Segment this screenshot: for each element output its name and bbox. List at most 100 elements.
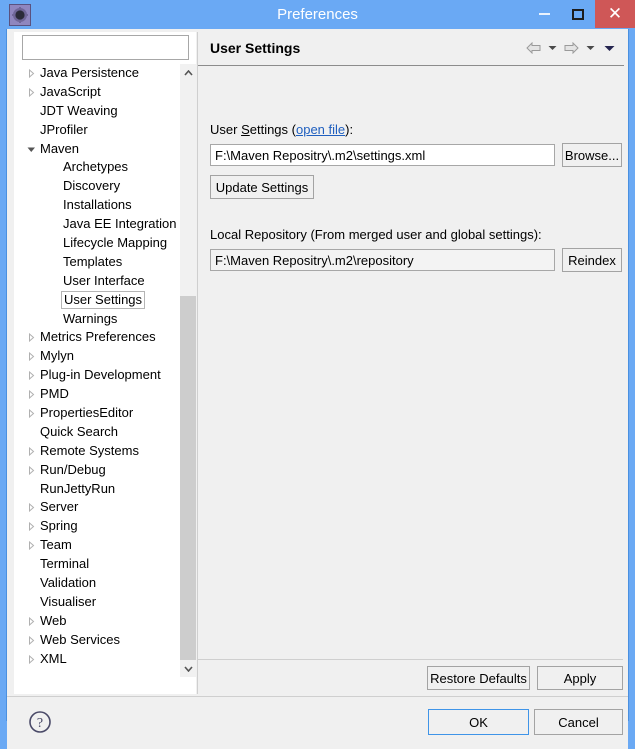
dialog-client-area: Java Persistence JavaScript JDT Weaving JPr… [6,29,629,749]
title-bar[interactable]: Preferences ✕ [0,0,635,29]
tree-item-label: Discovery [63,178,121,194]
tree-item-user-interface[interactable]: User Interface [22,272,189,291]
tree-vertical-scrollbar[interactable] [180,64,196,677]
chevron-right-icon[interactable] [24,461,38,480]
chevron-right-icon[interactable] [24,612,38,631]
tree-item-templates[interactable]: Templates [22,253,189,272]
tree-item-visualiser[interactable]: Visualiser [22,593,189,612]
tree-item-label: PMD [40,386,69,402]
tree-item-label: JProfiler [40,121,88,137]
local-repository-label: Local Repository (From merged user and g… [210,227,542,242]
tree-item-warnings[interactable]: Warnings [22,310,189,329]
ok-button[interactable]: OK [428,709,529,735]
tree-item-mylyn[interactable]: Mylyn [22,347,189,366]
tree-item-jdt-weaving[interactable]: JDT Weaving [22,102,189,121]
chevron-right-icon[interactable] [24,64,38,83]
chevron-down-icon[interactable] [24,140,38,159]
tree-item-label: Archetypes [63,159,129,175]
tree-item-validation[interactable]: Validation [22,574,189,593]
chevron-right-icon[interactable] [24,328,38,347]
maximize-button[interactable] [561,0,595,28]
user-settings-label: User Settings (open file): [210,122,354,137]
tree-item-quick-search[interactable]: Quick Search [22,423,189,442]
tree-item-label: Remote Systems [40,442,139,458]
tree-item-maven[interactable]: Maven [22,140,189,159]
tree-item-label: Web [40,612,67,628]
tree-item-java-ee-integration[interactable]: Java EE Integration [22,215,189,234]
filter-input[interactable] [22,35,189,60]
cancel-button[interactable]: Cancel [534,709,623,735]
browse-button[interactable]: Browse... [562,143,622,167]
view-menu-chevron-down-icon[interactable] [601,40,617,56]
minimize-button[interactable] [527,0,561,28]
tree-item-label: JDT Weaving [40,102,118,118]
tree-item-run-debug[interactable]: Run/Debug [22,461,189,480]
chevron-right-icon[interactable] [24,347,38,366]
back-arrow-icon[interactable] [525,40,541,56]
update-settings-button[interactable]: Update Settings [210,175,314,199]
tree-item-propertieseditor[interactable]: PropertiesEditor [22,404,189,423]
chevron-right-icon[interactable] [24,442,38,461]
tree-item-user-settings[interactable]: User Settings [22,290,189,310]
tree-item-label: Warnings [63,310,118,326]
open-file-link[interactable]: open file [296,122,345,137]
chevron-right-icon[interactable] [24,631,38,650]
tree-item-runjettyrun[interactable]: RunJettyRun [22,480,189,499]
tree-item-pmd[interactable]: PMD [22,385,189,404]
tree-item-label: Visualiser [40,593,97,609]
tree-item-label: Server [40,499,79,515]
scroll-up-icon[interactable] [180,64,196,81]
restore-defaults-button[interactable]: Restore Defaults [427,666,530,690]
forward-arrow-icon[interactable] [563,40,579,56]
tree-item-metrics-preferences[interactable]: Metrics Preferences [22,328,189,347]
tree-item-label: RunJettyRun [40,480,116,496]
maximize-icon [572,8,584,20]
preferences-tree[interactable]: Java Persistence JavaScript JDT Weaving JPr… [22,64,189,664]
footer-divider [197,659,623,660]
tree-item-label: Java EE Integration [63,216,177,232]
tree-item-remote-systems[interactable]: Remote Systems [22,442,189,461]
tree-item-label: JavaScript [40,83,101,99]
tree-item-spring[interactable]: Spring [22,517,189,536]
tree-item-discovery[interactable]: Discovery [22,177,189,196]
tree-item-label: User Interface [63,272,145,288]
user-settings-path-input[interactable] [210,144,555,166]
settings-page-pane: User Settings User Settings (open file):… [197,32,624,694]
tree-item-xml[interactable]: XML [22,650,189,664]
svg-text:?: ? [37,716,43,731]
scroll-down-icon[interactable] [180,660,196,677]
tree-item-archetypes[interactable]: Archetypes [22,158,189,177]
close-icon: ✕ [607,3,623,24]
chevron-right-icon[interactable] [24,385,38,404]
tree-item-terminal[interactable]: Terminal [22,555,189,574]
tree-item-server[interactable]: Server [22,498,189,517]
tree-item-installations[interactable]: Installations [22,196,189,215]
tree-item-web[interactable]: Web [22,612,189,631]
chevron-right-icon[interactable] [24,650,38,664]
reindex-button[interactable]: Reindex [562,248,622,272]
page-nav-icons [525,40,617,56]
tree-item-jprofiler[interactable]: JProfiler [22,121,189,140]
chevron-right-icon[interactable] [24,536,38,555]
local-repository-path-input[interactable] [210,249,555,271]
tree-item-lifecycle-mapping[interactable]: Lifecycle Mapping [22,234,189,253]
chevron-right-icon[interactable] [24,366,38,385]
forward-menu-chevron-down-icon[interactable] [582,40,598,56]
chevron-right-icon[interactable] [24,498,38,517]
tree-item-label: User Settings [61,290,146,309]
back-menu-chevron-down-icon[interactable] [544,40,560,56]
apply-button[interactable]: Apply [537,666,623,690]
tree-item-team[interactable]: Team [22,536,189,555]
tree-item-label: Web Services [40,631,120,647]
tree-item-java-persistence[interactable]: Java Persistence [22,64,189,83]
tree-scroll-thumb[interactable] [180,296,196,660]
tree-item-plug-in-development[interactable]: Plug-in Development [22,366,189,385]
chevron-right-icon[interactable] [24,517,38,536]
chevron-right-icon[interactable] [24,83,38,102]
close-button[interactable]: ✕ [595,0,635,28]
tree-item-javascript[interactable]: JavaScript [22,83,189,102]
tree-item-label: Lifecycle Mapping [63,235,168,251]
tree-item-web-services[interactable]: Web Services [22,631,189,650]
help-question-icon[interactable]: ? [27,709,53,735]
chevron-right-icon[interactable] [24,404,38,423]
